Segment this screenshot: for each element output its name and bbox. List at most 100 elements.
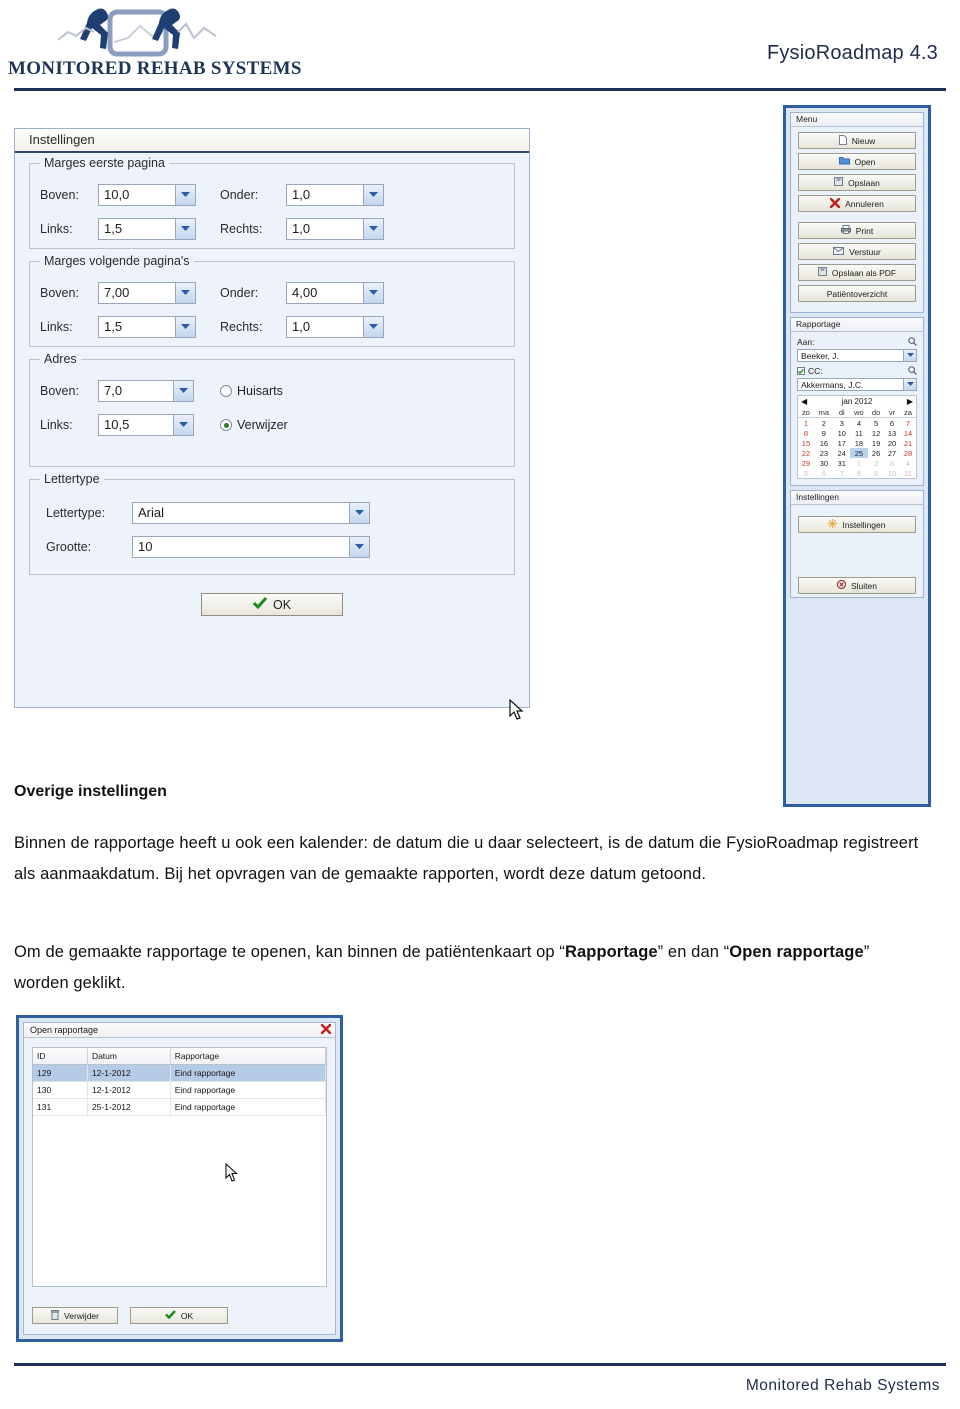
margin-top-next-pages-combo[interactable]: 7,00 (98, 282, 196, 304)
calendar-day[interactable]: 1 (798, 418, 814, 429)
calendar-day[interactable]: 23 (814, 448, 834, 458)
calendar-day[interactable]: 26 (868, 448, 884, 458)
menu-button-opslaan[interactable]: Opslaan (798, 174, 916, 191)
calendar-day[interactable]: 11 (900, 468, 916, 478)
calendar-day[interactable]: 14 (900, 428, 916, 438)
menu-button-opslaan-als-pdf[interactable]: Opslaan als PDF (798, 264, 916, 281)
calendar-day[interactable]: 28 (900, 448, 916, 458)
calendar-day[interactable]: 24 (834, 448, 850, 458)
settings-ok-button[interactable]: OK (201, 593, 343, 616)
menu-button-verstuur[interactable]: Verstuur (798, 243, 916, 260)
search-icon[interactable] (908, 333, 917, 351)
font-family-combo[interactable]: Arial (132, 502, 370, 524)
calendar-day[interactable]: 20 (884, 438, 900, 448)
margin-top-first-page-combo[interactable]: 10,0 (98, 184, 196, 206)
calendar-day[interactable]: 30 (814, 458, 834, 468)
calendar-day[interactable]: 27 (884, 448, 900, 458)
chevron-down-icon[interactable] (349, 503, 369, 523)
settings-button[interactable]: Instellingen (798, 516, 916, 533)
calendar-day[interactable]: 10 (884, 468, 900, 478)
rapportage-table[interactable]: ID Datum Rapportage 129 12-1-2012 Eind rappo… (32, 1047, 327, 1287)
calendar-day[interactable]: 29 (798, 458, 814, 468)
calendar-day[interactable]: 5 (868, 418, 884, 429)
table-column-header[interactable]: Rapportage (170, 1048, 326, 1065)
search-icon[interactable] (908, 362, 917, 380)
calendar-day[interactable]: 19 (868, 438, 884, 448)
margin-left-next-pages-combo[interactable]: 1,5 (98, 316, 196, 338)
chevron-down-icon[interactable] (175, 283, 195, 303)
calendar-day[interactable]: 10 (834, 428, 850, 438)
menu-button-open[interactable]: Open (798, 153, 916, 170)
calendar-day[interactable]: 22 (798, 448, 814, 458)
calendar-day[interactable]: 6 (814, 468, 834, 478)
menu-button-print[interactable]: Print (798, 222, 916, 239)
calendar-day[interactable]: 7 (834, 468, 850, 478)
calendar-day[interactable]: 21 (900, 438, 916, 448)
calendar-grid[interactable]: zo ma di wo do vr za 1 2 3 4 5 6 7 8 9 10 11 12 13 14 15 16 17… (798, 407, 916, 478)
table-row[interactable]: 131 25-1-2012 Eind rapportage (33, 1098, 326, 1116)
chevron-down-icon[interactable] (903, 379, 916, 390)
margin-right-first-page-combo[interactable]: 1,0 (286, 218, 384, 240)
calendar-day[interactable]: 9 (868, 468, 884, 478)
chevron-down-icon[interactable] (363, 317, 383, 337)
cc-checkbox[interactable] (797, 367, 805, 375)
menu-button-annuleren[interactable]: Annuleren (798, 195, 916, 212)
margin-left-first-page-combo[interactable]: 1,5 (98, 218, 196, 240)
chevron-down-icon[interactable] (173, 415, 193, 435)
chevron-down-icon[interactable] (363, 219, 383, 239)
menu-button-patientoverzicht[interactable]: Patiëntoverzicht (798, 285, 916, 302)
delete-button[interactable]: Verwijder (32, 1307, 118, 1324)
margin-bottom-first-page-combo[interactable]: 1,0 (286, 184, 384, 206)
chevron-down-icon[interactable] (363, 283, 383, 303)
calendar-day[interactable]: 25 (849, 448, 869, 458)
table-row[interactable]: 130 12-1-2012 Eind rapportage (33, 1081, 326, 1099)
calendar-day[interactable]: 5 (798, 468, 814, 478)
calendar-day[interactable]: 8 (798, 428, 814, 438)
calendar-day[interactable]: 18 (850, 438, 868, 448)
calendar-day[interactable]: 17 (834, 438, 850, 448)
calendar-day[interactable]: 12 (868, 428, 884, 438)
margin-bottom-next-pages-combo[interactable]: 4,00 (286, 282, 384, 304)
calendar-day[interactable]: 8 (850, 468, 868, 478)
calendar-day[interactable]: 2 (868, 458, 884, 468)
chevron-down-icon[interactable] (173, 381, 193, 401)
calendar-day[interactable]: 7 (900, 418, 916, 429)
calendar-day[interactable]: 4 (900, 458, 916, 468)
calendar-day[interactable]: 3 (834, 418, 850, 429)
table-column-header[interactable]: Datum (87, 1048, 171, 1065)
table-row[interactable]: 129 12-1-2012 Eind rapportage (33, 1064, 326, 1082)
ok-button[interactable]: OK (130, 1307, 228, 1324)
date-picker-calendar[interactable]: ◀ jan 2012 ▶ zo ma di wo do vr za 1 2 3 4 5 6 7 8 9 10 1… (797, 395, 917, 479)
calendar-day[interactable]: 2 (814, 418, 834, 429)
chevron-down-icon[interactable] (175, 317, 195, 337)
close-icon[interactable] (320, 1023, 332, 1036)
radio-huisarts[interactable]: Huisarts (220, 384, 283, 398)
calendar-day[interactable]: 4 (850, 418, 868, 429)
chevron-down-icon[interactable] (175, 219, 195, 239)
margin-right-next-pages-combo[interactable]: 1,0 (286, 316, 384, 338)
calendar-day[interactable]: 1 (850, 458, 868, 468)
address-top-combo[interactable]: 7,0 (98, 380, 194, 402)
calendar-day[interactable]: 11 (850, 428, 868, 438)
address-left-combo[interactable]: 10,5 (98, 414, 194, 436)
chevron-down-icon[interactable] (175, 185, 195, 205)
calendar-day[interactable]: 16 (814, 438, 834, 448)
radio-verwijzer[interactable]: Verwijzer (220, 418, 288, 432)
aan-combo[interactable]: Beeker, J. (797, 349, 917, 362)
table-column-header[interactable]: ID (33, 1048, 88, 1065)
close-button[interactable]: Sluiten (798, 577, 916, 594)
right-triangle-icon[interactable]: ▶ (907, 397, 913, 406)
calendar-day[interactable]: 13 (884, 428, 900, 438)
chevron-down-icon[interactable] (349, 537, 369, 557)
menu-button-nieuw[interactable]: Nieuw (798, 132, 916, 149)
calendar-day[interactable]: 31 (834, 458, 850, 468)
cc-combo[interactable]: Akkermans, J.C. (797, 378, 917, 391)
chevron-down-icon[interactable] (903, 350, 916, 361)
calendar-day[interactable]: 3 (884, 458, 900, 468)
left-triangle-icon[interactable]: ◀ (801, 397, 807, 406)
calendar-day[interactable]: 6 (884, 418, 900, 429)
font-size-combo[interactable]: 10 (132, 536, 370, 558)
chevron-down-icon[interactable] (363, 185, 383, 205)
calendar-day[interactable]: 9 (814, 428, 834, 438)
calendar-day[interactable]: 15 (798, 438, 814, 448)
